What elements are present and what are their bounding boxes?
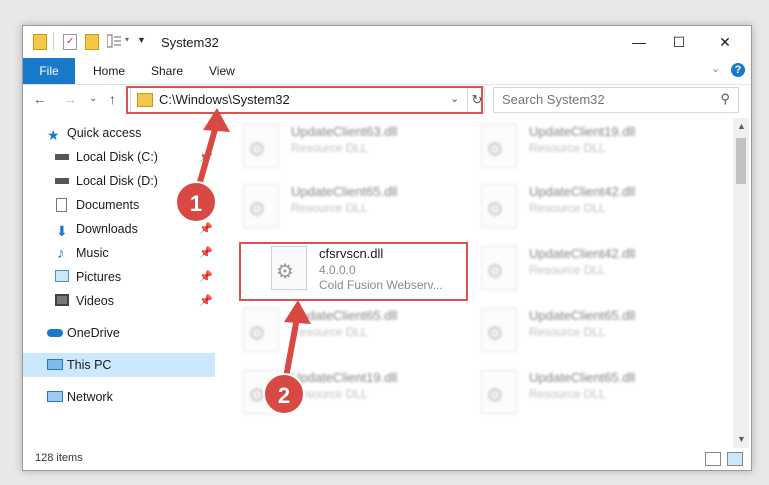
- arrow-1-head: [203, 108, 230, 132]
- step-1-badge: 1: [175, 181, 217, 223]
- step-2-badge: 2: [263, 373, 305, 415]
- arrow-2-head: [284, 300, 311, 324]
- annotation-arrows: [193, 108, 311, 391]
